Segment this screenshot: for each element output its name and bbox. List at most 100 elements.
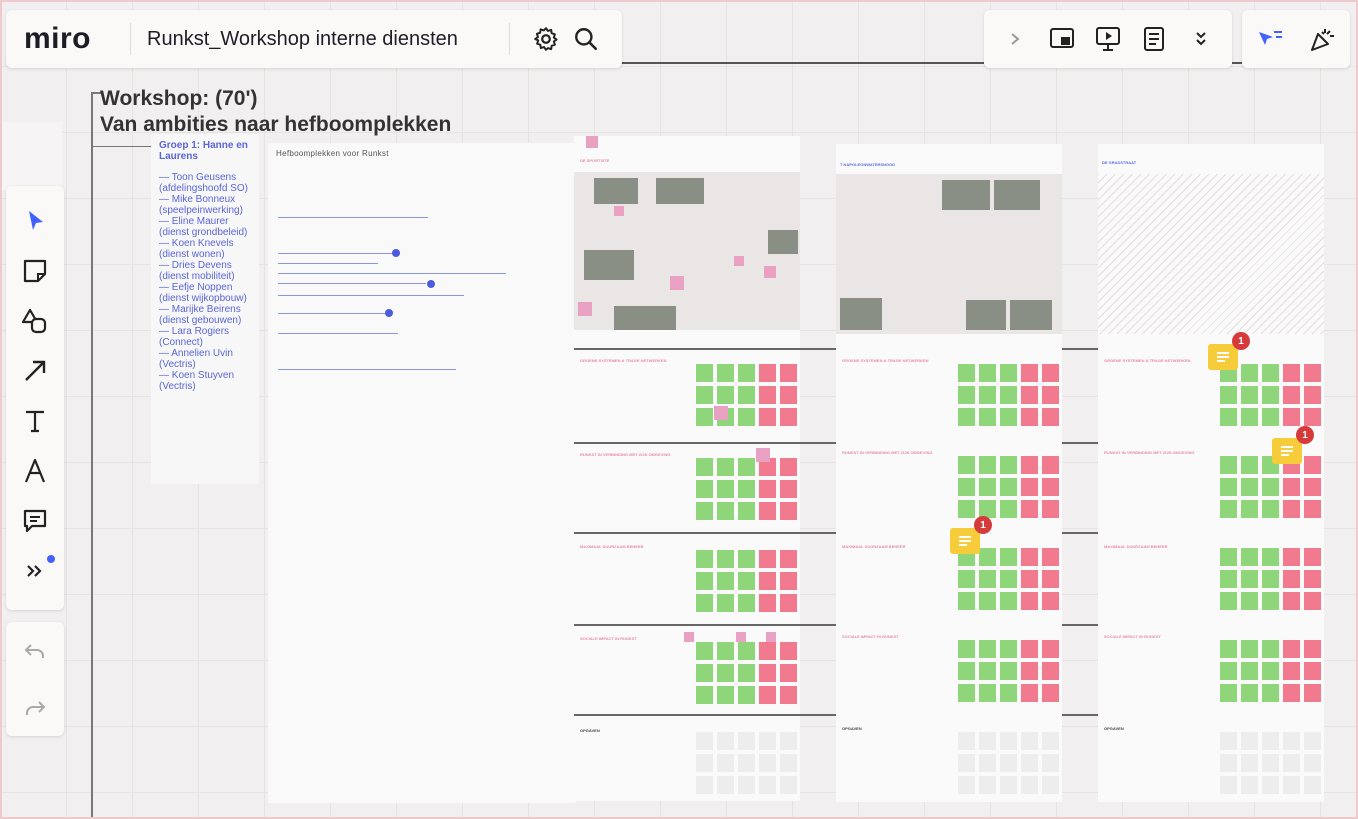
comment-icon [959,536,971,546]
undo-icon [24,643,44,658]
sticky-pink[interactable] [714,406,728,420]
section-title: MAXIMAAL DUURZAAM BEHEER [842,544,906,549]
sticky-grid [1220,364,1321,426]
panel-grasstraat[interactable]: DE GRASSTRAAT GROENE SYSTEMEN & TRAGE NE… [1098,144,1324,802]
site-photo [942,180,990,210]
comment-tool[interactable] [15,501,55,541]
top-right-bar [984,10,1232,68]
frame-connector-line [91,92,93,819]
section-title: MAXIMAAL DUURZAAM BEHEER [580,544,644,549]
group-card[interactable]: Groep 1: Hanne en Laurens — Toon Geusens… [151,134,259,484]
site-photo [656,178,704,204]
divider [509,23,510,55]
sticky-pink[interactable] [756,448,770,462]
undo-button[interactable] [15,631,55,671]
section-title: RUNKST IN VERBINDING MET ZIJN OMGEVING [842,450,933,455]
section-title: GROENE SYSTEMEN & TRAGE NETWERKEN [580,358,667,363]
slider-knob[interactable] [385,309,393,317]
slider-track [278,253,398,254]
site-photo [594,178,638,204]
slider-knob[interactable] [426,279,436,289]
comment-marker[interactable] [1208,344,1238,370]
sticky-grid [696,732,797,794]
comment-count-badge: 1 [1232,332,1250,350]
panel-napoleon[interactable]: T NAPOLEONWATERSNOOD GROENE SYSTEMEN & T… [836,144,1062,802]
more-tools-button[interactable] [15,551,55,591]
group-member: — Koen Knevels (dienst wonen) [159,238,234,260]
chevron-double-down-icon [1196,32,1206,46]
site-photo [840,298,882,330]
miro-logo[interactable]: miro [24,22,114,56]
text-tool[interactable] [15,401,55,441]
sticky-pink[interactable] [764,266,776,278]
sticky-pink[interactable] [766,632,776,642]
section-title: OPGAVEN [580,728,600,733]
sticky-pink[interactable] [734,256,744,266]
sticky-pink[interactable] [736,632,746,642]
group-member: — Koen Stuyven (Vectris) [159,370,235,392]
notes-icon [1144,27,1165,51]
redo-button[interactable] [15,688,55,728]
cursor-filter-icon [1259,31,1282,45]
notes-button[interactable] [1134,19,1174,59]
slider-track [278,263,378,264]
section-title: RUNKST IN VERBINDING MET ZIJN OMGEVING [580,452,671,457]
slider-track [278,295,464,296]
frame-border [1232,62,1242,64]
slider-track [278,369,456,370]
group-member: — Annelien Uvin (Vectris) [159,348,233,370]
sticky-pink[interactable] [578,302,592,316]
sticky-note-tool[interactable] [15,251,55,291]
left-toolbar [6,186,64,610]
select-tool[interactable] [15,201,55,241]
sticky-grid [1220,456,1321,518]
present-icon [1095,27,1120,51]
sticky-pink[interactable] [586,136,598,148]
share-screen-button[interactable] [1042,19,1082,59]
comment-marker[interactable] [950,528,980,554]
sticky-grid [696,364,797,426]
section-title: MAXIMAAL DUURZAAM BEHEER [1104,544,1168,549]
mini-card[interactable] [0,122,62,190]
redo-icon [26,700,46,715]
shapes-tool[interactable] [15,301,55,341]
site-photo [994,180,1040,210]
settings-button[interactable] [526,19,566,59]
pen-tool[interactable] [15,451,55,491]
comment-count-badge: 1 [974,516,992,534]
sticky-pink[interactable] [684,632,694,642]
celebrate-button[interactable] [1303,19,1343,59]
frame-border [620,62,984,64]
workshop-title[interactable]: Workshop: (70') Van ambities naar hefboo… [100,86,451,138]
slider-track [278,217,428,218]
site-photo [1010,300,1052,330]
site-photo [768,230,798,254]
top-left-bar: miro Runkst_Workshop interne diensten [6,10,622,68]
more-tools-icon [27,565,42,577]
connection-line-tool[interactable] [15,351,55,391]
hefboom-doc[interactable]: Hefboomplekken voor Runkst [268,143,576,803]
group-title: Groep 1: Hanne en Laurens [159,140,248,162]
top-right-bar-2 [1242,10,1350,68]
arrow-icon [25,360,46,381]
panel-sportsite[interactable]: DE SPORTSITE GROENE SYSTEMEN & TRAGE NET… [574,136,800,801]
section-title: OPGAVEN [1104,726,1124,731]
comment-marker[interactable] [1272,438,1302,464]
more-button[interactable] [1181,19,1221,59]
cursor-filter-button[interactable] [1249,19,1289,59]
slider-track [278,333,398,334]
board-title[interactable]: Runkst_Workshop interne diensten [147,28,493,51]
pen-icon [24,458,46,483]
expand-button[interactable] [995,19,1035,59]
share-screen-icon [1049,28,1074,48]
present-button[interactable] [1088,19,1128,59]
sticky-pink[interactable] [670,276,684,290]
search-button[interactable] [566,19,606,59]
slider-knob[interactable] [392,249,400,257]
sticky-pink[interactable] [614,206,624,216]
group-member: — Mike Bonneux (speelpeinwerking) [159,194,243,216]
divider [130,23,131,55]
connector-arrow [93,146,151,147]
section-title: SOCIALE IMPACT IN RUNKST [842,634,899,639]
sticky-grid [958,456,1059,518]
